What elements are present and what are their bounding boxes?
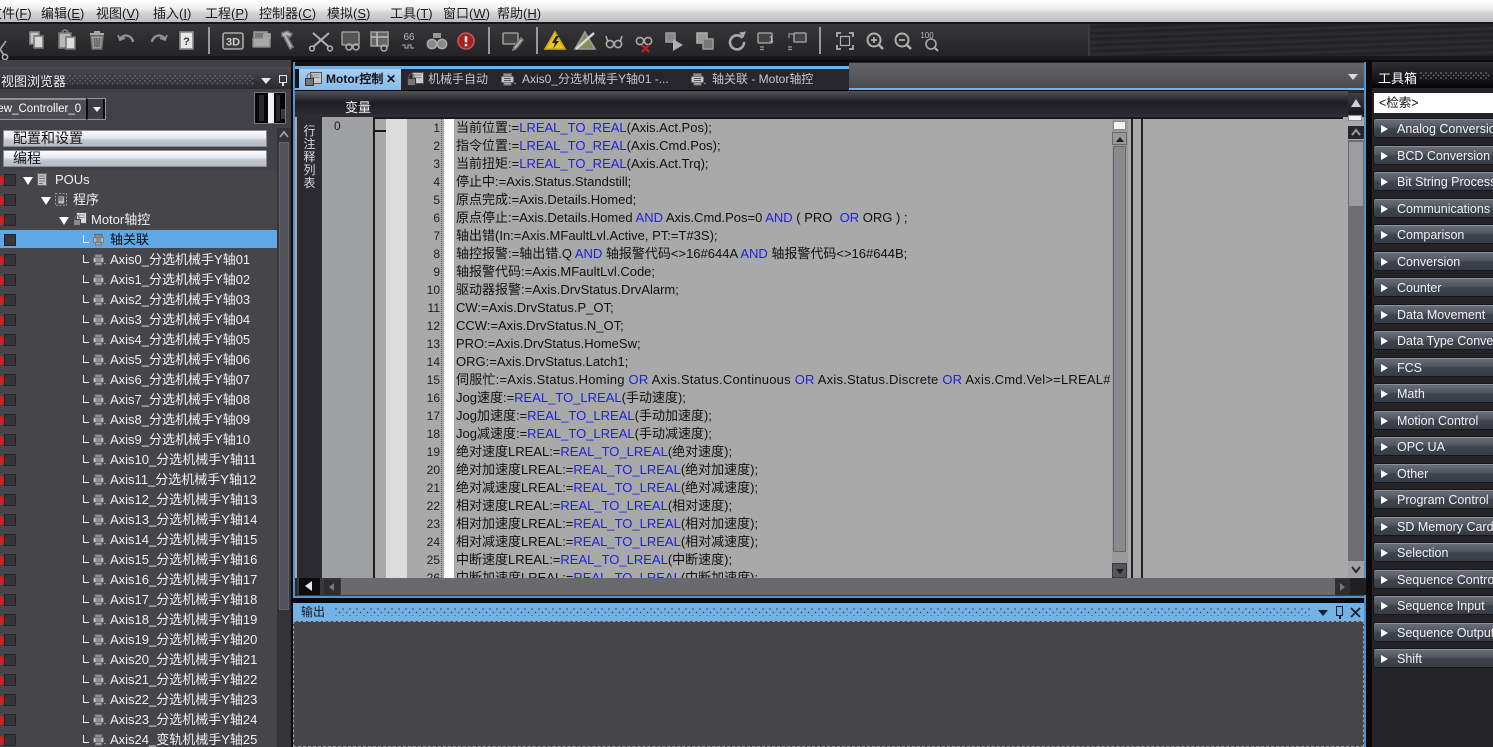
svg-text:?: ? bbox=[183, 36, 190, 48]
svg-text:66: 66 bbox=[403, 32, 415, 43]
svg-text:1: 1 bbox=[769, 35, 774, 44]
svg-text:3D: 3D bbox=[226, 37, 240, 49]
